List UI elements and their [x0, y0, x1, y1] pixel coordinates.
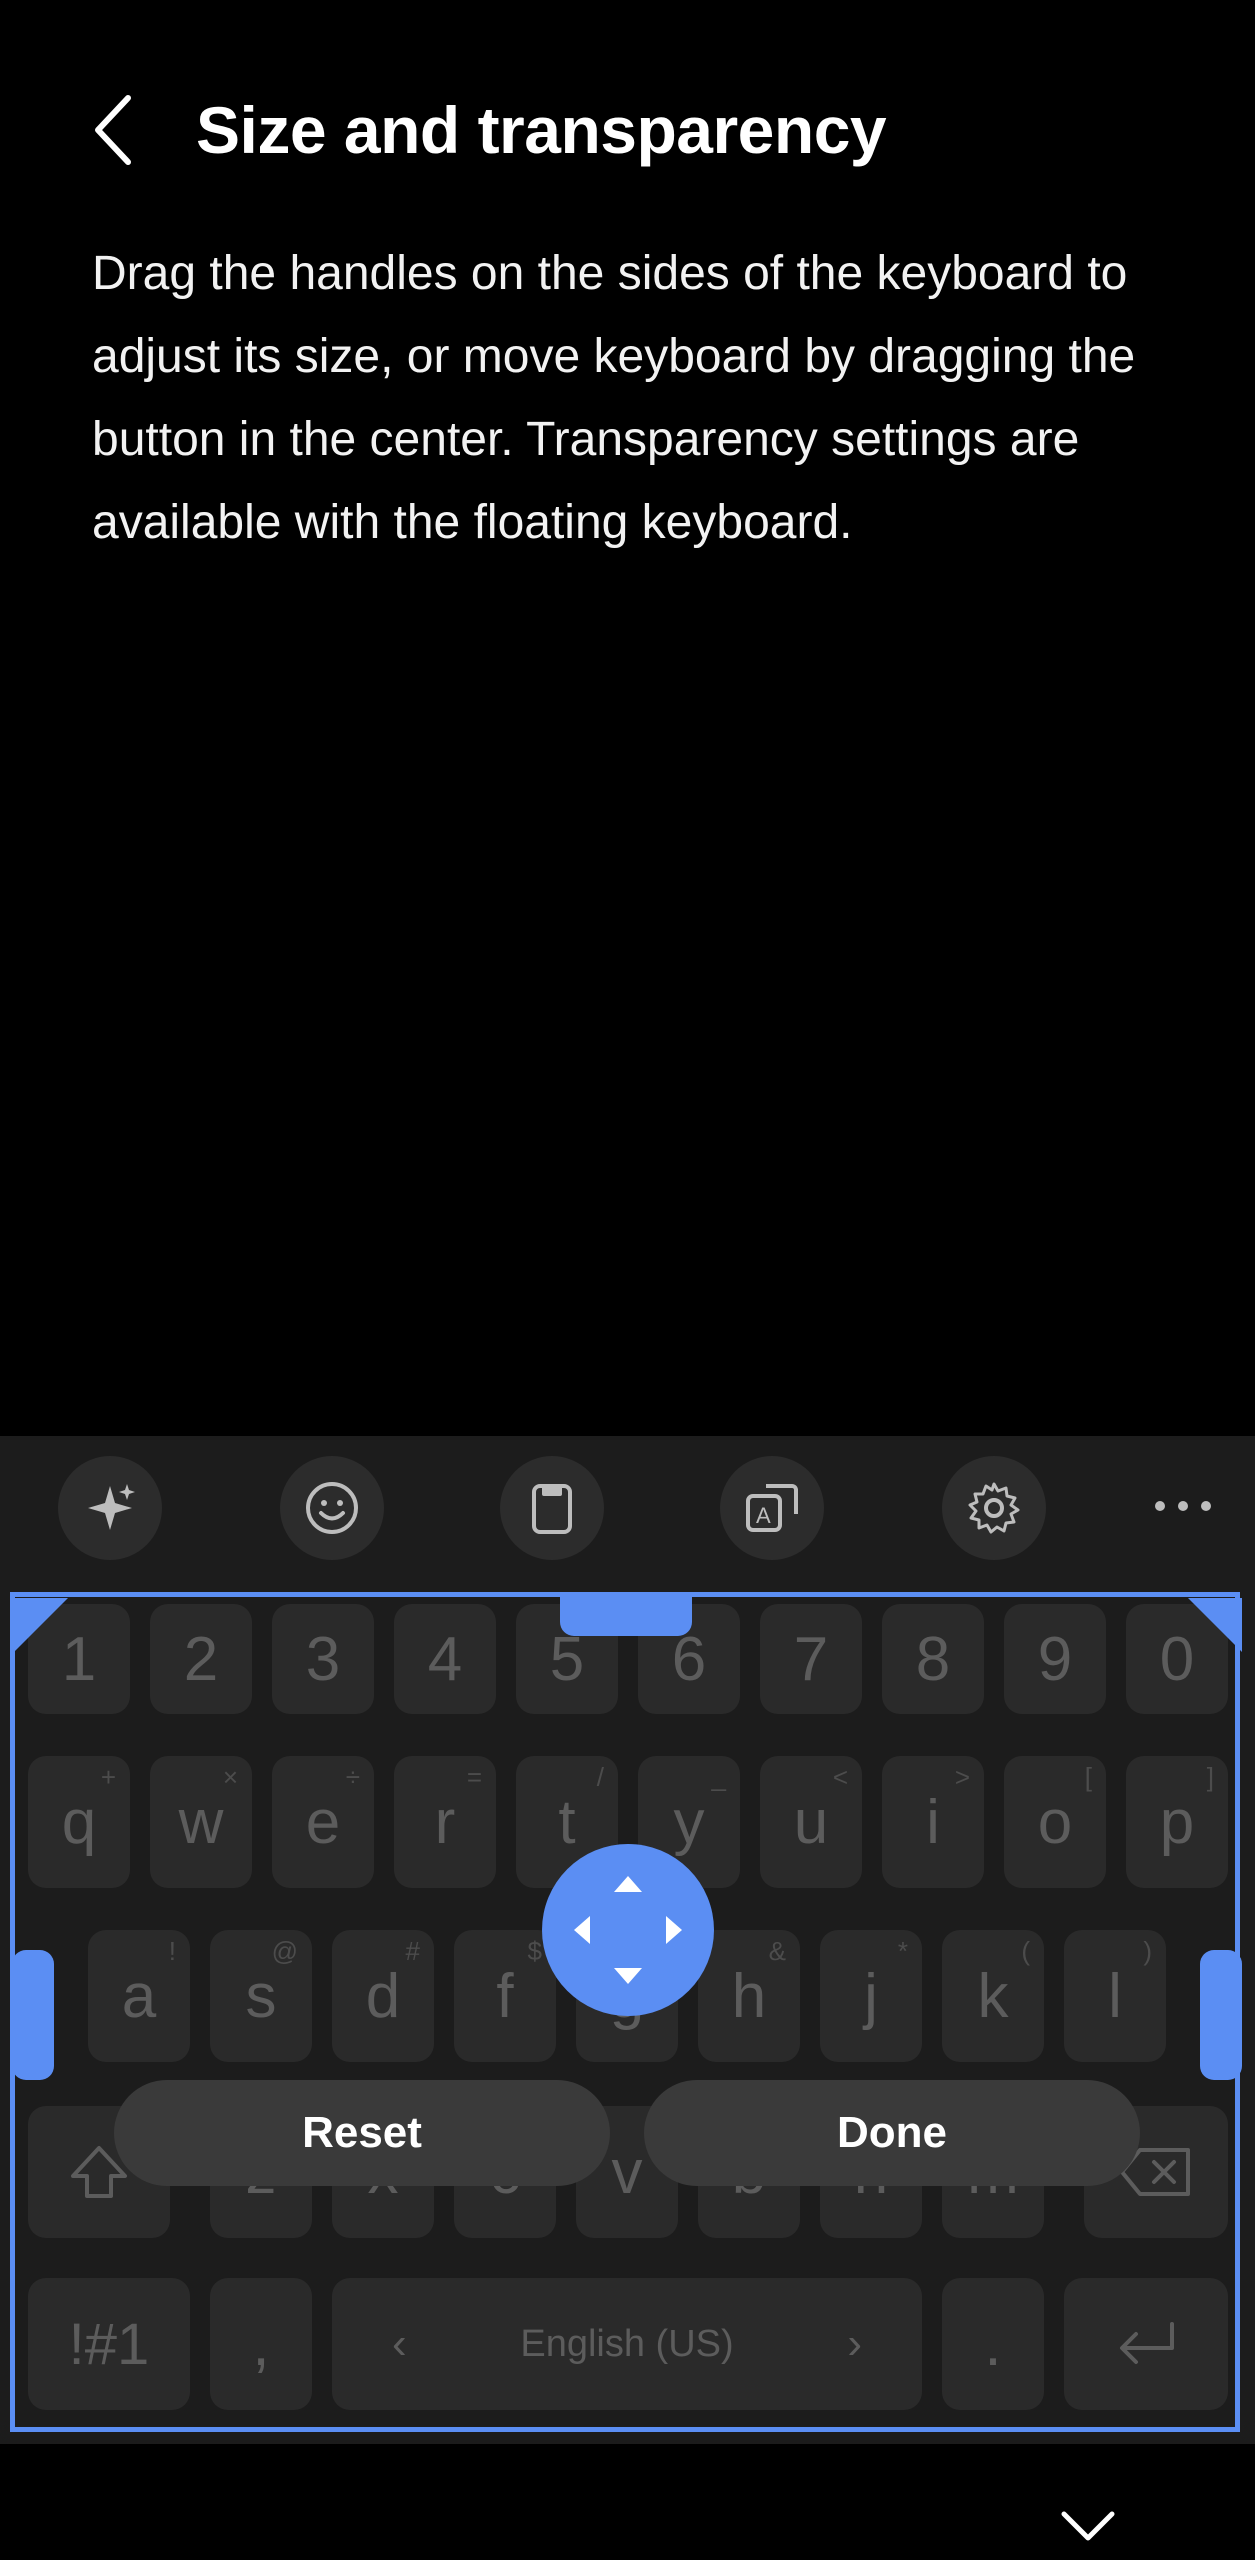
- key-hint: (: [1021, 1936, 1030, 1966]
- enter-icon: [1120, 2322, 1174, 2364]
- comma-key[interactable]: ,: [210, 2278, 312, 2410]
- key-o[interactable]: o[: [1004, 1756, 1106, 1888]
- settings-gear-icon: [968, 1482, 1020, 1534]
- key-q[interactable]: q +: [28, 1756, 130, 1888]
- key-hint: *: [897, 1936, 908, 1966]
- key-2[interactable]: 2: [150, 1604, 252, 1714]
- language-next-icon: ›: [847, 2319, 862, 2368]
- key-w[interactable]: w ×: [150, 1756, 252, 1888]
- key-4[interactable]: 4: [394, 1604, 496, 1714]
- more-icon[interactable]: [1148, 1476, 1218, 1536]
- key-p[interactable]: p]: [1126, 1756, 1228, 1888]
- key-3[interactable]: 3: [272, 1604, 374, 1714]
- key-hint: >: [954, 1762, 970, 1792]
- top-resize-handle[interactable]: [560, 1596, 692, 1636]
- key-label: q: [61, 1787, 97, 1857]
- key-label: e: [305, 1787, 341, 1857]
- key-label: i: [926, 1787, 940, 1857]
- period-key[interactable]: .: [942, 2278, 1044, 2410]
- key-label: d: [365, 1961, 401, 2031]
- clipboard-button[interactable]: [500, 1456, 604, 1560]
- key-i[interactable]: i >: [882, 1756, 984, 1888]
- key-hint: @: [271, 1936, 298, 1966]
- page-title: Size and transparency: [196, 93, 887, 167]
- move-arrows-icon: [574, 1876, 682, 1984]
- space-language-label: English (US): [520, 2322, 734, 2365]
- key-label: k: [977, 1961, 1009, 2031]
- key-label: l: [1108, 1961, 1122, 2031]
- top-right-corner-handle[interactable]: [1186, 1598, 1242, 1654]
- key-hint: ÷: [345, 1762, 360, 1792]
- key-j[interactable]: j *: [820, 1930, 922, 2062]
- emoji-icon: [306, 1482, 358, 1534]
- space-key[interactable]: ‹ English (US) ›: [332, 2278, 922, 2410]
- key-r[interactable]: r =: [394, 1756, 496, 1888]
- key-hint: =: [466, 1762, 482, 1792]
- left-resize-handle[interactable]: [12, 1950, 54, 2080]
- key-l[interactable]: l): [1064, 1930, 1166, 2062]
- settings-button[interactable]: [942, 1456, 1046, 1560]
- back-chevron-icon[interactable]: [80, 90, 150, 170]
- clipboard-icon: [532, 1484, 572, 1534]
- key-7[interactable]: 7: [760, 1604, 862, 1714]
- description-text: Drag the handles on the sides of the key…: [92, 247, 1136, 549]
- keyboard-toolbar: A: [0, 1436, 1255, 1594]
- ai-sparkle-icon: [88, 1484, 135, 1530]
- ai-sparkle-button[interactable]: [58, 1456, 162, 1560]
- key-label: p: [1159, 1787, 1195, 1857]
- svg-text:A: A: [756, 1503, 771, 1528]
- key-hint: /: [596, 1762, 604, 1792]
- key-hint: !: [168, 1936, 176, 1966]
- key-e[interactable]: e ÷: [272, 1756, 374, 1888]
- key-hint: [: [1084, 1762, 1092, 1792]
- symbols-key[interactable]: !#1: [28, 2278, 190, 2410]
- key-hint: ×: [222, 1762, 238, 1792]
- key-label: j: [864, 1961, 878, 2031]
- language-prev-icon: ‹: [392, 2319, 407, 2368]
- key-label: r: [434, 1787, 456, 1857]
- emoji-button[interactable]: [280, 1456, 384, 1560]
- reset-button[interactable]: Reset: [114, 2080, 610, 2186]
- key-f[interactable]: f $: [454, 1930, 556, 2062]
- key-8[interactable]: 8: [882, 1604, 984, 1714]
- key-k[interactable]: k(: [942, 1930, 1044, 2062]
- key-label: u: [793, 1787, 829, 1857]
- translate-icon: A: [746, 1484, 798, 1532]
- key-hint: +: [100, 1762, 116, 1792]
- top-left-corner-handle[interactable]: [14, 1598, 70, 1654]
- translate-button[interactable]: A: [720, 1456, 824, 1560]
- hide-keyboard-chevron-icon[interactable]: [1058, 2506, 1118, 2546]
- key-hint: $: [527, 1936, 542, 1966]
- key-label: f: [496, 1961, 514, 2031]
- key-hint: #: [405, 1936, 420, 1966]
- key-s[interactable]: s @: [210, 1930, 312, 2062]
- key-hint: <: [832, 1762, 848, 1792]
- key-u[interactable]: u <: [760, 1756, 862, 1888]
- key-d[interactable]: d #: [332, 1930, 434, 2062]
- enter-key[interactable]: [1064, 2278, 1228, 2410]
- key-label: h: [731, 1961, 767, 2031]
- header: Size and transparency: [0, 70, 1255, 190]
- key-label: o: [1037, 1787, 1073, 1857]
- right-resize-handle[interactable]: [1200, 1950, 1242, 2080]
- key-a[interactable]: a!: [88, 1930, 190, 2062]
- move-keyboard-button[interactable]: [542, 1844, 714, 2016]
- done-button[interactable]: Done: [644, 2080, 1140, 2186]
- key-9[interactable]: 9: [1004, 1604, 1106, 1714]
- key-label: s: [245, 1961, 277, 2031]
- key-hint: &: [768, 1936, 786, 1966]
- key-label: w: [178, 1787, 224, 1857]
- key-label: a: [121, 1961, 157, 2031]
- key-hint: ]: [1206, 1762, 1214, 1792]
- key-hint: ): [1143, 1936, 1152, 1966]
- key-hint: _: [711, 1762, 726, 1792]
